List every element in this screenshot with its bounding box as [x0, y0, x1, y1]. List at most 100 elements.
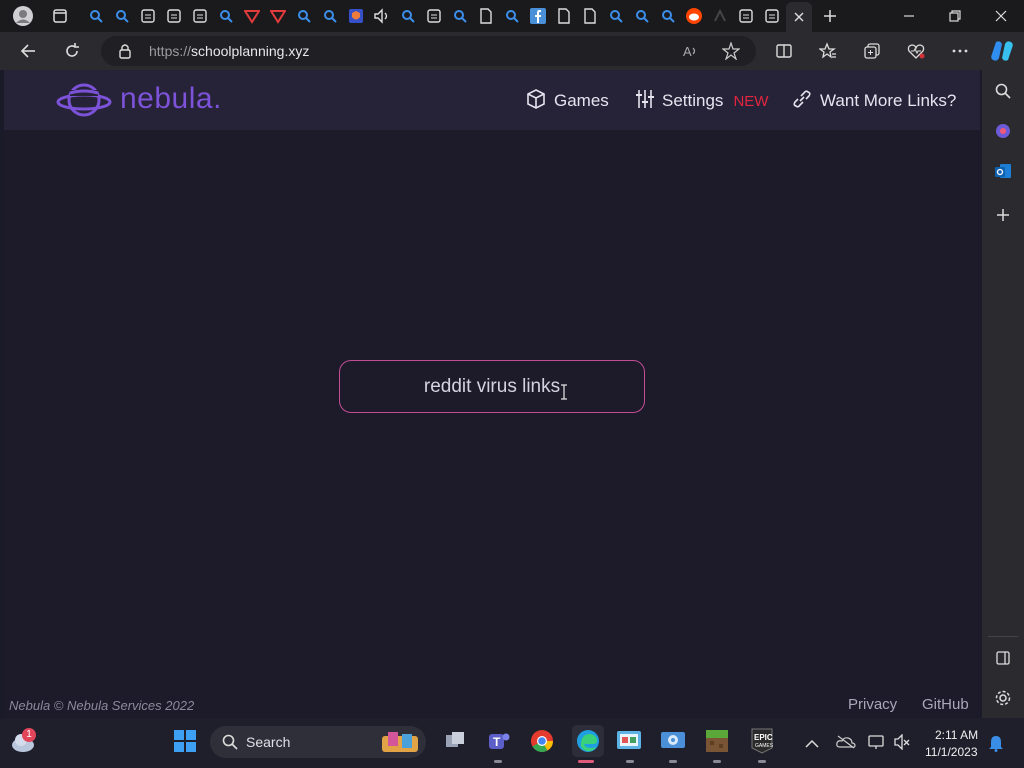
clock-date[interactable]: 11/1/2023: [925, 745, 978, 759]
sidebar-copilot-icon[interactable]: [990, 118, 1016, 144]
tab-search-icon[interactable]: [294, 6, 314, 26]
copilot-icon[interactable]: [988, 37, 1016, 65]
tab-search-icon[interactable]: [606, 6, 626, 26]
tab-reddit-icon[interactable]: [684, 6, 704, 26]
tab-page-icon[interactable]: [424, 6, 444, 26]
notification-bell-icon[interactable]: [988, 734, 1004, 757]
sliders-icon: [636, 89, 654, 114]
profile-avatar-icon[interactable]: [12, 5, 34, 27]
tab-vectorized-icon[interactable]: [242, 6, 262, 26]
windows-start-icon[interactable]: [172, 728, 198, 754]
chrome-icon[interactable]: [529, 728, 555, 754]
tab-facebook-icon[interactable]: [528, 6, 548, 26]
tab-page-icon[interactable]: [164, 6, 184, 26]
nav-settings-label: Settings: [662, 91, 724, 110]
tab-search-icon[interactable]: [502, 6, 522, 26]
windows-media-app-icon[interactable]: [660, 728, 686, 754]
tab-actions-icon[interactable]: [50, 6, 70, 26]
sidebar-hide-icon[interactable]: [990, 645, 1016, 671]
planet-logo-icon[interactable]: [56, 79, 112, 126]
minecraft-icon[interactable]: [704, 728, 730, 754]
favorites-icon[interactable]: [814, 37, 842, 65]
tab-document-icon[interactable]: [476, 6, 496, 26]
active-tab[interactable]: [786, 2, 812, 32]
minimize-icon[interactable]: [886, 0, 932, 32]
read-aloud-icon[interactable]: A: [682, 42, 700, 65]
onedrive-offline-icon[interactable]: [836, 735, 856, 754]
tab-shield-icon[interactable]: [346, 6, 366, 26]
clock-time[interactable]: 2:11 AM: [935, 728, 978, 742]
sidebar-add-icon[interactable]: [990, 202, 1016, 228]
control-panel-icon[interactable]: [616, 728, 642, 754]
site-search-input[interactable]: reddit virus links: [339, 360, 645, 413]
footer-github-link[interactable]: GitHub: [922, 696, 969, 713]
teams-icon[interactable]: T: [485, 728, 511, 754]
tab-search-icon[interactable]: [658, 6, 678, 26]
windows-taskbar: 1 Search T EPIC GAMES 2:11 AM 11/1/2023: [0, 718, 1024, 768]
cube-icon: [526, 88, 546, 114]
show-hidden-icons-chevron-icon[interactable]: [805, 736, 819, 754]
edge-icon[interactable]: [572, 725, 604, 757]
tab-vectorized-icon[interactable]: [268, 6, 288, 26]
tab-search-icon[interactable]: [112, 6, 132, 26]
volume-muted-icon[interactable]: [893, 733, 911, 755]
close-tab-icon[interactable]: [792, 10, 806, 29]
chain-link-icon: [792, 89, 812, 114]
tab-search-icon[interactable]: [398, 6, 418, 26]
site-navbar: nebula. Games Settings NEW Want More Lin…: [4, 70, 980, 130]
close-window-icon[interactable]: [978, 0, 1024, 32]
taskbar-search-box[interactable]: Search: [210, 726, 426, 758]
control-panel-running-indicator: [626, 760, 634, 763]
url-text[interactable]: https://schoolplanning.xyz: [149, 43, 309, 59]
address-bar[interactable]: https://schoolplanning.xyz A: [101, 36, 756, 66]
tab-document-icon[interactable]: [580, 6, 600, 26]
tab-page-icon[interactable]: [736, 6, 756, 26]
sidebar-settings-icon[interactable]: [990, 685, 1016, 711]
taskbar-search-label: Search: [246, 734, 291, 750]
tab-search-icon[interactable]: [86, 6, 106, 26]
favorite-star-icon[interactable]: [721, 41, 741, 65]
svg-text:EPIC: EPIC: [754, 733, 773, 742]
network-icon[interactable]: [867, 734, 887, 755]
svg-text:GAMES: GAMES: [755, 743, 774, 749]
lock-icon[interactable]: [118, 43, 132, 64]
nav-more-links-label: Want More Links?: [820, 91, 957, 110]
epic-games-icon[interactable]: EPIC GAMES: [749, 728, 775, 754]
split-screen-icon[interactable]: [770, 37, 798, 65]
collections-icon[interactable]: [858, 37, 886, 65]
task-view-icon[interactable]: [442, 728, 468, 754]
footer-privacy-link[interactable]: Privacy: [848, 696, 897, 713]
sidebar-outlook-icon[interactable]: [990, 158, 1016, 184]
site-logo-text[interactable]: nebula.: [120, 82, 222, 116]
edge-sidebar: [982, 70, 1024, 718]
more-menu-icon[interactable]: [946, 37, 974, 65]
taskbar-search-icon: [222, 734, 238, 755]
tab-page-icon[interactable]: [190, 6, 210, 26]
tab-search-icon[interactable]: [450, 6, 470, 26]
tab-page-icon[interactable]: [138, 6, 158, 26]
back-icon[interactable]: [14, 37, 42, 65]
sidebar-search-icon[interactable]: [990, 78, 1016, 104]
tab-search-icon[interactable]: [632, 6, 652, 26]
refresh-icon[interactable]: [58, 37, 86, 65]
tab-search-icon[interactable]: [320, 6, 340, 26]
tab-audio-icon[interactable]: [372, 6, 392, 26]
tab-document-icon[interactable]: [554, 6, 574, 26]
restore-icon[interactable]: [932, 0, 978, 32]
new-badge: NEW: [733, 92, 769, 110]
nav-more-links-link[interactable]: Want More Links?: [792, 89, 956, 113]
footer-copyright: Nebula © Nebula Services 2022: [9, 698, 195, 713]
nav-games-label: Games: [554, 91, 609, 110]
search-highlight-art-icon: [378, 728, 422, 761]
nav-games-link[interactable]: Games: [526, 88, 609, 114]
minecraft-running-indicator: [713, 760, 721, 763]
tab-dark-icon[interactable]: [710, 6, 730, 26]
weather-notification-badge: 1: [22, 728, 36, 742]
tab-page-icon[interactable]: [762, 6, 782, 26]
tab-search-icon[interactable]: [216, 6, 236, 26]
browser-essentials-icon[interactable]: [902, 37, 930, 65]
new-tab-icon[interactable]: [820, 6, 840, 26]
web-page: nebula. Games Settings NEW Want More Lin…: [4, 70, 980, 718]
nav-settings-link[interactable]: Settings NEW: [636, 89, 768, 113]
sidebar-divider: [988, 636, 1018, 637]
